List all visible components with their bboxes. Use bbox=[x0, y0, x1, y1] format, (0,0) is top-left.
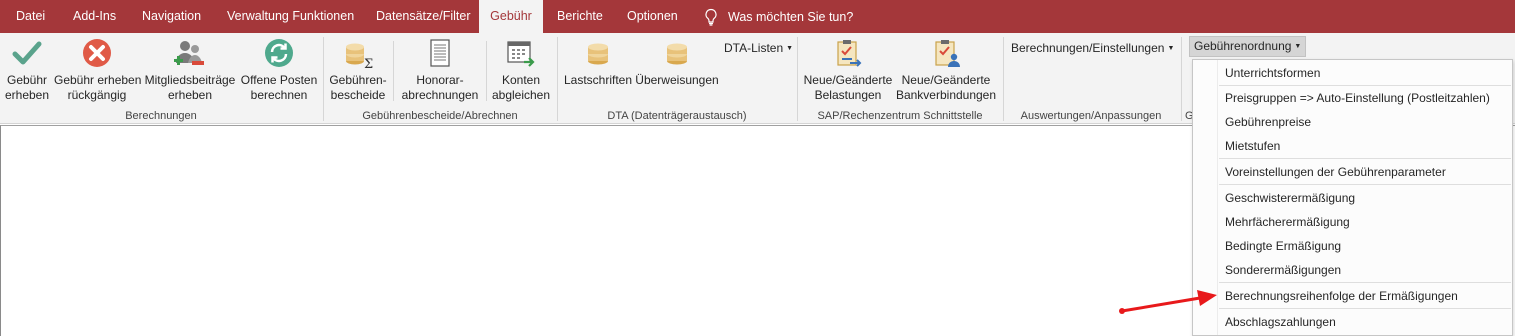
annotation-arrow-icon bbox=[1119, 290, 1217, 314]
